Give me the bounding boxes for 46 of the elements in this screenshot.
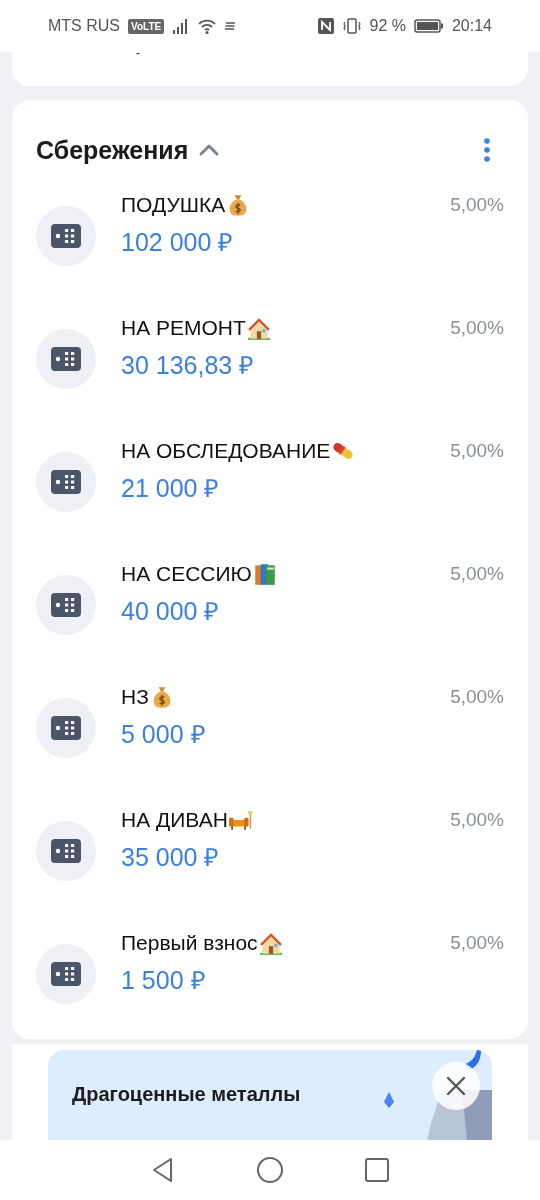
text-fragment: - bbox=[136, 52, 140, 60]
account-name[interactable]: ПОДУШКА bbox=[121, 193, 226, 217]
more-icon[interactable] bbox=[482, 137, 492, 163]
interest-rate: 5,00% bbox=[450, 562, 504, 585]
section-title: Сбережения bbox=[36, 135, 189, 165]
interest-rate: 5,00% bbox=[450, 808, 504, 831]
account-balance: 1 500 ₽ bbox=[121, 965, 207, 996]
interest-rate: 5,00% bbox=[450, 931, 504, 954]
account-name[interactable]: НА СЕССИЮ bbox=[121, 562, 252, 586]
account-balance: 30 136,83 ₽ bbox=[121, 350, 256, 381]
promo-title: Драгоценные металлы bbox=[72, 1083, 301, 1107]
clock: 20:14 bbox=[451, 17, 492, 35]
nfc-icon bbox=[317, 17, 336, 35]
carrier-label: MTS RUS bbox=[48, 17, 120, 35]
interest-rate: 5,00% bbox=[450, 685, 504, 708]
account-balance: 5 000 ₽ bbox=[121, 719, 207, 750]
account-balance: 21 000 ₽ bbox=[121, 473, 221, 504]
battery-percent: 92 % bbox=[369, 17, 406, 35]
data-icon bbox=[224, 21, 237, 31]
close-icon bbox=[446, 1076, 466, 1096]
safe-icon bbox=[51, 347, 81, 371]
account-balance: 40 000 ₽ bbox=[121, 596, 221, 627]
recents-icon[interactable] bbox=[362, 1156, 391, 1184]
interest-rate: 5,00% bbox=[450, 193, 504, 216]
account-name[interactable]: НЗ bbox=[121, 685, 149, 709]
volte-badge: VoLTE bbox=[128, 18, 165, 34]
account-balance: 102 000 ₽ bbox=[121, 227, 235, 258]
safe-icon bbox=[51, 716, 81, 740]
account-name[interactable]: НА ОБСЛЕДОВАНИЕ bbox=[121, 439, 331, 463]
safe-icon bbox=[51, 962, 81, 986]
account-balance: 35 000 ₽ bbox=[121, 842, 221, 873]
close-button[interactable] bbox=[432, 1062, 480, 1110]
battery-icon bbox=[413, 18, 444, 34]
interest-rate: 5,00% bbox=[450, 439, 504, 462]
wifi-icon bbox=[198, 17, 217, 35]
safe-icon bbox=[51, 224, 81, 248]
account-name[interactable]: НА РЕМОНТ bbox=[121, 316, 246, 340]
safe-icon bbox=[51, 470, 81, 494]
account-name[interactable]: НА ДИВАН bbox=[121, 808, 228, 832]
vibrate-icon bbox=[343, 17, 362, 35]
account-name[interactable]: Первый взнос bbox=[121, 931, 258, 955]
home-icon[interactable] bbox=[256, 1156, 284, 1184]
interest-rate: 5,00% bbox=[450, 316, 504, 339]
safe-icon bbox=[51, 593, 81, 617]
promo-banner[interactable]: Драгоценные металлы bbox=[48, 1050, 492, 1140]
safe-icon bbox=[51, 839, 81, 863]
